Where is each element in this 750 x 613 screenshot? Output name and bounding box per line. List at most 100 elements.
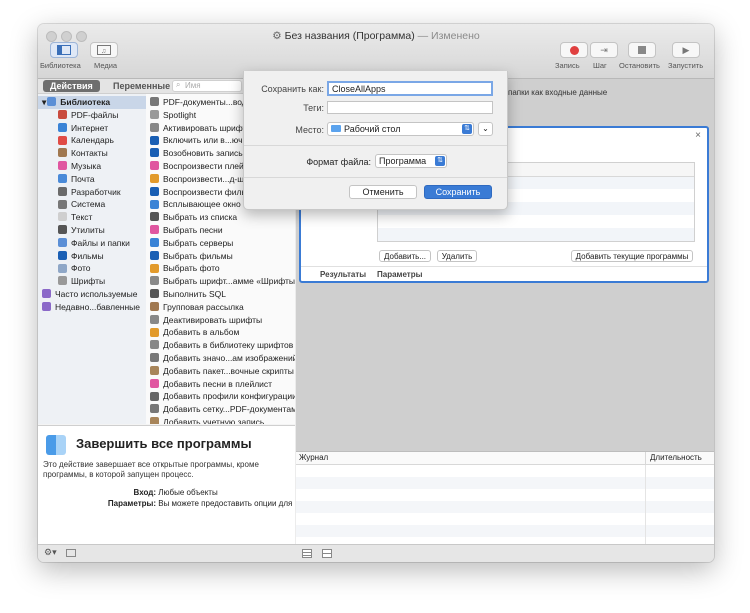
library-category[interactable]: Утилиты [38,224,146,237]
step-icon: ⇥ [600,44,608,55]
expand-button[interactable]: ⌄ [478,122,493,136]
library-category[interactable]: Файлы и папки [38,237,146,250]
record-button[interactable] [560,42,588,58]
category-icon [58,212,67,222]
action-item[interactable]: Выбрать серверы [146,237,295,250]
library-category[interactable]: Текст [38,211,146,224]
action-item[interactable]: Деактивировать шрифты [146,314,295,327]
close-icon[interactable]: × [695,130,701,141]
action-item[interactable]: Добавить учетную запись [146,416,295,424]
action-label: Активировать шрифт [163,122,247,133]
library-category[interactable]: Фильмы [38,250,146,263]
action-item[interactable]: Выбрать песни [146,224,295,237]
action-label: Spotlight [163,109,197,120]
action-icon [150,110,159,120]
library-category[interactable]: PDF-файлы [38,109,146,122]
step-button[interactable]: ⇥ [590,42,618,58]
library-category[interactable]: Календарь [38,134,146,147]
gear-icon[interactable]: ⚙▾ [44,547,57,558]
action-label: Возобновить запись [163,148,243,159]
action-icon [150,186,159,196]
format-select[interactable]: Программа ⇅ [375,154,447,168]
stop-icon [638,46,646,54]
media-button[interactable]: ♫ [90,42,118,58]
action-label: Добавить песни в плейлист [163,378,273,389]
category-label: Контакты [71,148,108,159]
action-item[interactable]: Групповая рассылка [146,301,295,314]
action-item[interactable]: Добавить профили конфигурации [146,390,295,403]
action-item[interactable]: Добавить в альбом [146,326,295,339]
category-icon [58,135,67,145]
remove-button[interactable]: Удалить [437,250,477,262]
action-icon [150,289,159,299]
action-item[interactable]: Добавить сетку...PDF-документам [146,403,295,416]
action-item[interactable]: Добавить в библиотеку шрифтов [146,339,295,352]
library-category[interactable]: Недавно...бавленные [38,301,146,314]
library-category[interactable]: Контакты [38,147,146,160]
action-item[interactable]: Выбрать фильмы [146,250,295,263]
action-icon [150,353,159,363]
category-icon [58,122,67,132]
run-button[interactable]: ▶ [672,42,700,58]
action-icon [150,276,159,286]
duration-column[interactable]: Длительность [650,453,702,462]
library-category[interactable]: Фото [38,262,146,275]
library-category[interactable]: Интернет [38,122,146,135]
action-item[interactable]: Выбрать фото [146,262,295,275]
workflow-input-hint: папки как входные данные [508,88,608,97]
action-icon [150,314,159,324]
library-category[interactable]: Система [38,198,146,211]
save-button[interactable]: Сохранить [424,185,492,199]
add-current-apps-button[interactable]: Добавить текущие программы [571,250,693,262]
disclosure-triangle-icon[interactable]: ▾ [42,97,46,107]
action-icon [150,263,159,273]
cancel-button[interactable]: Отменить [349,185,417,199]
action-item[interactable]: Выбрать из списка [146,211,295,224]
add-button[interactable]: Добавить... [379,250,431,262]
action-icon [150,404,159,414]
category-label: Библиотека [60,97,111,107]
parameters-tab[interactable]: Параметры [377,270,422,279]
record-icon [569,45,579,55]
library-category[interactable]: Разработчик [38,186,146,199]
action-item[interactable]: Добавить значо...ам изображений [146,352,295,365]
description-toggle-icon[interactable] [66,549,76,557]
library-toggle-button[interactable] [50,42,78,58]
record-label: Запись [555,61,580,70]
tags-input[interactable] [327,101,493,114]
tab-variables[interactable]: Переменные [106,80,177,92]
automator-window: ⚙ Без названия (Программа) — Изменено ♫ … [38,24,714,562]
chevron-up-down-icon: ⇅ [462,124,472,134]
action-label: Выбрать серверы [163,237,234,248]
action-label: Воспроизвести...д-ш [163,173,245,184]
log-column[interactable]: Журнал [299,453,328,462]
action-icon [150,135,159,145]
stop-button[interactable] [628,42,656,58]
category-label: Утилиты [71,225,105,235]
category-label: Фото [71,263,91,274]
location-select[interactable]: Рабочий стол ⇅ [327,122,474,136]
library-category[interactable]: Шрифты [38,275,146,288]
action-item[interactable]: Выполнить SQL [146,288,295,301]
save-as-input[interactable]: CloseAllApps [327,81,493,96]
flow-view-icon[interactable] [322,549,332,558]
library-category[interactable]: Музыка [38,160,146,173]
action-label: Выбрать фото [163,263,220,274]
results-tab[interactable]: Результаты [320,270,366,279]
finder-icon [46,435,66,455]
library-category[interactable]: Почта [38,173,146,186]
action-item[interactable]: Добавить песни в плейлист [146,378,295,391]
action-item[interactable]: Добавить пакет...вочные скрипты [146,365,295,378]
library-category[interactable]: Часто используемые [38,288,146,301]
search-input[interactable]: ⌕ Имя [172,80,242,92]
action-label: Добавить сетку...PDF-документам [163,404,295,415]
list-view-icon[interactable] [302,549,312,558]
library-root[interactable]: ▾ Библиотека [38,96,146,109]
action-item[interactable]: Выбрать шрифт...амме «Шрифты» [146,275,295,288]
action-icon [150,97,159,107]
category-icon [58,199,67,209]
tab-actions[interactable]: Действия [43,80,100,92]
category-icon [58,276,67,286]
action-label: Деактивировать шрифты [163,314,263,325]
action-label: Добавить в альбом [163,327,240,338]
